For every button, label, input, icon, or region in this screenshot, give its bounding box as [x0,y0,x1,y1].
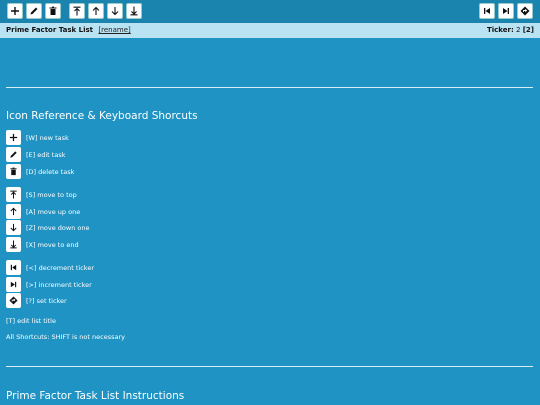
reference-item: [<] decrement ticker [6,260,94,275]
ticker-value: 2 [516,26,521,34]
reference-item-label: [A] move up one [26,207,81,216]
rename-link[interactable]: [rename] [98,26,130,34]
trash-icon [10,167,17,176]
move-down-button[interactable] [107,3,123,19]
arrow-up-icon-box [6,204,21,219]
move-end-icon [10,240,17,249]
move-up-button[interactable] [88,3,104,19]
trash-icon-box [6,164,21,179]
set-ticker-icon-box [6,293,21,308]
move-top-icon [73,6,81,16]
pencil-icon [10,151,17,158]
reference-heading: Icon Reference & Keyboard Shorcuts [6,110,198,122]
increment-ticker-button[interactable] [498,3,514,19]
move-end-icon [130,6,138,16]
list-title-bar: Prime Factor Task List [rename] Ticker: … [0,23,540,38]
skip-forward-icon-box [6,277,21,292]
pencil-icon [30,7,38,15]
plus-icon-box [6,130,21,145]
toolbar [0,0,540,23]
move-end-icon-box [6,237,21,252]
set-ticker-button[interactable] [517,3,533,19]
skip-back-icon-box [6,260,21,275]
reference-item-label: [E] edit task [26,150,66,159]
move-top-button[interactable] [69,3,85,19]
arrow-down-icon-box [6,220,21,235]
set-ticker-icon [520,6,530,16]
plus-icon [11,7,19,15]
pencil-icon-box [6,147,21,162]
skip-back-icon [10,264,17,271]
reference-item: [?] set ticker [6,293,67,308]
reference-item-label: [S] move to top [26,190,77,199]
reference-item: [W] new task [6,130,69,145]
trash-icon [49,6,57,15]
list-title: Prime Factor Task List [6,26,93,34]
move-end-button[interactable] [126,3,142,19]
divider [6,366,533,367]
reference-item-label: [W] new task [26,133,69,142]
edit-title-shortcut: [T] edit list title [6,317,56,325]
set-ticker-icon [9,296,18,305]
arrow-up-icon [10,207,17,216]
instructions-heading: Prime Factor Task List Instructions [6,390,185,402]
reference-item-label: [<] decrement ticker [26,263,95,272]
reference-item-label: [D] delete task [26,167,75,176]
arrow-down-icon [10,223,17,232]
reference-item-label: [Z] move down one [26,223,90,232]
ticker-bracket[interactable]: [2] [523,26,534,34]
list-title-group: Prime Factor Task List [rename] [6,23,131,38]
move-top-icon [10,190,17,199]
reference-item: [Z] move down one [6,220,90,235]
skip-forward-icon [503,8,509,14]
reference-item: [A] move up one [6,204,80,219]
move-top-icon-box [6,187,21,202]
skip-back-icon [484,8,490,14]
new-task-button[interactable] [7,3,23,19]
ticker-display: Ticker: 2 [2] [487,23,534,38]
reference-item: [E] edit task [6,147,65,162]
delete-task-button[interactable] [45,3,61,19]
reference-item: [D] delete task [6,164,74,179]
arrow-up-icon [92,6,100,15]
reference-item-label: [?] set ticker [26,296,67,305]
all-shortcuts-note: All Shortcuts: SHIFT is not necessary [6,333,125,341]
edit-task-button[interactable] [26,3,42,19]
ticker-label: Ticker: [486,26,514,34]
reference-item-label: [X] move to end [26,240,79,249]
decrement-ticker-button[interactable] [479,3,495,19]
reference-item: [>] increment ticker [6,277,92,292]
divider [6,87,533,88]
skip-forward-icon [10,281,17,288]
arrow-down-icon [111,7,119,16]
plus-icon [9,133,18,142]
reference-item: [S] move to top [6,187,77,202]
reference-item-label: [>] increment ticker [26,280,92,289]
reference-item: [X] move to end [6,237,79,252]
